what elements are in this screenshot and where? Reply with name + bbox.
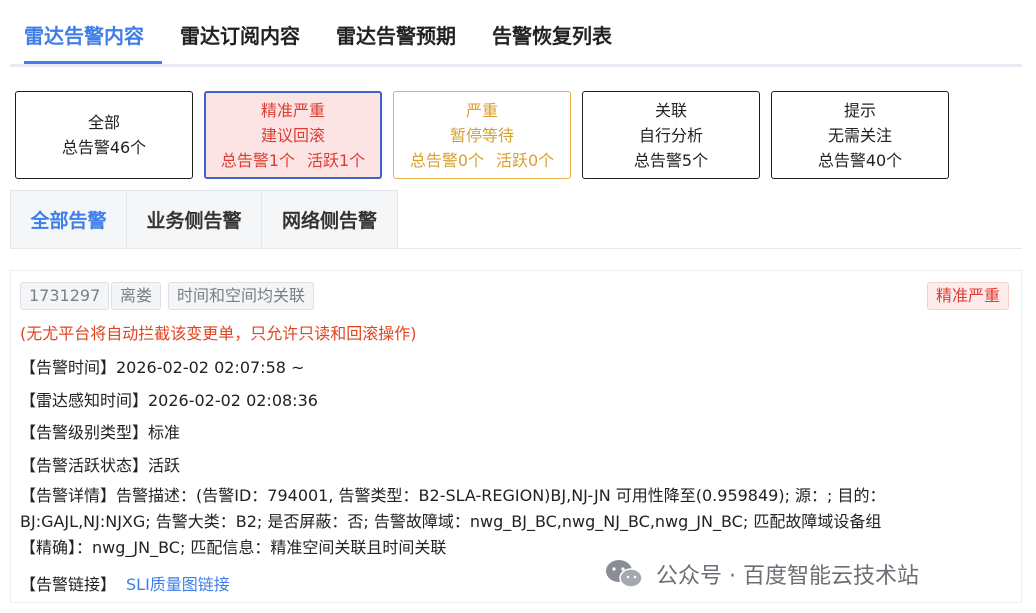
filter-card-severe[interactable]: 严重 暂停等待 总告警0个 活跃0个	[393, 91, 571, 179]
filter-card-active: 活跃0个	[496, 150, 555, 170]
watermark: 公众号 · 百度智能云技术站	[604, 556, 919, 592]
filter-card-hint[interactable]: 提示 无需关注 总告警40个	[771, 91, 949, 179]
sub-tab-bar: 全部告警 业务侧告警 网络侧告警	[10, 190, 1022, 249]
filter-card-count: 总告警46个	[61, 138, 147, 157]
filter-card-stats: 总告警1个 活跃1个	[221, 148, 365, 173]
filter-card-title: 关联	[654, 100, 687, 120]
tab-radar-alarm-content[interactable]: 雷达告警内容	[24, 20, 144, 49]
filter-card-count: 总告警5个	[633, 150, 709, 170]
filter-card-title: 精准严重	[260, 100, 325, 120]
sli-quality-chart-link[interactable]: SLI质量图链接	[126, 575, 230, 594]
tab-business-alarms[interactable]: 业务侧告警	[126, 190, 262, 248]
filter-card-all[interactable]: 全部 总告警46个	[15, 91, 193, 179]
alarm-detail-line: 【告警详情】告警描述：(告警ID：794001, 告警类型：B2-SLA-REG…	[20, 486, 886, 505]
filter-card-count: 总告警40个	[817, 150, 903, 170]
alarm-link-row: 【告警链接】 SLI质量图链接	[20, 571, 230, 595]
filter-card-title: 提示	[843, 100, 876, 120]
alarm-time: 【告警时间】2026-02-02 02:07:58 ~	[20, 358, 305, 377]
filter-card-subtitle: 无需关注	[827, 125, 892, 145]
active-tab-indicator	[24, 61, 162, 64]
intercept-warning: (无尤平台将自动拦截该变更单，只允许只读和回滚操作)	[20, 324, 417, 343]
tab-network-alarms[interactable]: 网络侧告警	[261, 190, 398, 248]
filter-card-title: 全部	[87, 113, 120, 132]
alarm-detail-line: BJ:GAJL,NJ:NJXG; 告警大类：B2; 是否屏蔽：否; 告警故障域：…	[20, 512, 882, 531]
filter-card-total: 总告警0个	[409, 150, 484, 170]
tab-all-alarms[interactable]: 全部告警	[10, 190, 127, 248]
radar-perception-time: 【雷达感知时间】2026-02-02 02:08:36	[20, 391, 318, 410]
top-tab-bar: 雷达告警内容 雷达订阅内容 雷达告警预期 告警恢复列表	[10, 0, 1022, 67]
filter-card-related[interactable]: 关联 自行分析 总告警5个	[582, 91, 760, 179]
filter-card-active: 活跃1个	[307, 150, 366, 170]
filter-card-total: 总告警1个	[220, 150, 295, 170]
alert-card: 1731297 离娄 时间和空间均关联 精准严重 (无尤平台将自动拦截该变更单，…	[10, 270, 1022, 603]
alert-level-badge: 精准严重	[926, 282, 1009, 310]
alarm-detail: 【告警详情】告警描述：(告警ID：794001, 告警类型：B2-SLA-REG…	[20, 483, 1020, 561]
alert-correlation-tag: 时间和空间均关联	[168, 282, 315, 310]
filter-card-subtitle: 建议回滚	[260, 125, 325, 145]
filter-card-subtitle: 暂停等待	[449, 125, 514, 145]
alarm-level-type: 【告警级别类型】标准	[20, 423, 181, 442]
filter-card-title: 严重	[465, 100, 498, 120]
alarm-link-label: 【告警链接】	[20, 575, 117, 594]
alert-id-tag: 1731297	[20, 282, 110, 310]
tab-radar-alarm-expectation[interactable]: 雷达告警预期	[336, 20, 456, 49]
tab-radar-subscription-content[interactable]: 雷达订阅内容	[180, 20, 300, 49]
filter-card-subtitle: 自行分析	[638, 125, 703, 145]
tab-alarm-recovery-list[interactable]: 告警恢复列表	[492, 20, 612, 49]
watermark-text: 公众号 · 百度智能云技术站	[656, 564, 919, 589]
alert-region-tag: 离娄	[111, 282, 162, 310]
alarm-active-state: 【告警活跃状态】活跃	[20, 456, 181, 475]
filter-card-stats: 总告警0个 活跃0个	[410, 148, 554, 173]
filter-card-precise-severe[interactable]: 精准严重 建议回滚 总告警1个 活跃1个	[204, 91, 382, 179]
wechat-icon	[606, 560, 643, 588]
